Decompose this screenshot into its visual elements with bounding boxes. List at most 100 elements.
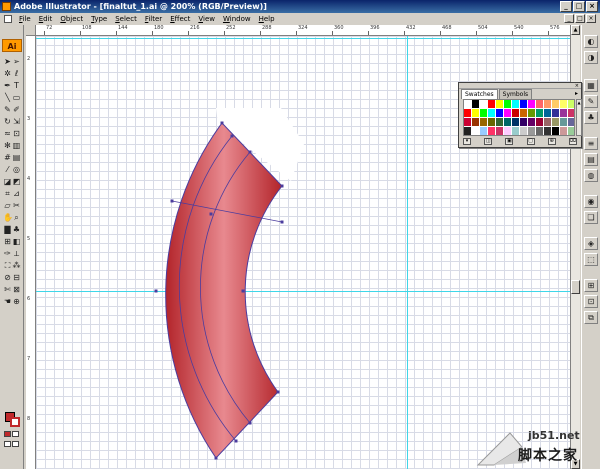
- stroke-swatch[interactable]: [10, 417, 20, 427]
- scissor-tool-icon[interactable]: ✄: [3, 285, 12, 295]
- color-swatch[interactable]: [544, 127, 552, 135]
- menu-object[interactable]: Object: [56, 13, 87, 25]
- color-panel-icon[interactable]: ◐: [584, 35, 598, 48]
- scissors-icon[interactable]: ✂: [12, 201, 21, 211]
- color-swatch[interactable]: [520, 127, 528, 135]
- none-mode-button[interactable]: [12, 431, 19, 437]
- scroll-thumb[interactable]: [571, 280, 580, 294]
- hand-tool-icon[interactable]: ✋: [3, 213, 13, 223]
- anchor-point[interactable]: [241, 289, 245, 293]
- type-tool-icon[interactable]: T: [12, 81, 21, 91]
- delete-swatch-icon[interactable]: ⌧: [568, 138, 577, 145]
- new-color-group-icon[interactable]: ▣: [505, 138, 514, 145]
- gradient-tool-icon[interactable]: ▤: [12, 153, 21, 163]
- close-button[interactable]: ×: [586, 1, 598, 12]
- document-icon[interactable]: [4, 15, 12, 23]
- color-swatch[interactable]: [544, 109, 552, 118]
- color-swatch[interactable]: [480, 127, 488, 135]
- color-swatch[interactable]: [512, 100, 520, 109]
- color-swatch[interactable]: [528, 100, 536, 109]
- color-swatch[interactable]: [560, 127, 568, 135]
- color-swatch[interactable]: [568, 118, 574, 127]
- color-swatch[interactable]: [488, 127, 496, 135]
- color-swatch[interactable]: [568, 100, 574, 109]
- color-swatch[interactable]: [480, 100, 488, 109]
- menu-window[interactable]: Window: [219, 13, 255, 25]
- doc-close-button[interactable]: ×: [586, 14, 596, 23]
- transform-panel-icon[interactable]: ⊡: [584, 295, 598, 308]
- tab-swatches[interactable]: Swatches: [461, 89, 498, 99]
- symbols-panel-icon[interactable]: ♣: [584, 111, 598, 124]
- color-swatch[interactable]: [464, 109, 472, 118]
- maximize-button[interactable]: □: [573, 1, 585, 12]
- vertical-ruler[interactable]: 2 3 4 5 6 7 8: [26, 36, 36, 469]
- blend-icon[interactable]: ⁂: [12, 261, 21, 271]
- panel-scroll-up[interactable]: ▲: [577, 100, 581, 105]
- panel-scrollbar[interactable]: ▲: [576, 99, 582, 136]
- color-swatch[interactable]: [560, 100, 568, 109]
- color-swatch[interactable]: [464, 127, 472, 135]
- color-swatch[interactable]: [496, 109, 504, 118]
- color-swatch[interactable]: [528, 127, 536, 135]
- color-swatch[interactable]: [552, 100, 560, 109]
- layers-panel-icon[interactable]: ◈: [584, 237, 598, 250]
- eraser-icon[interactable]: ▱: [3, 201, 12, 211]
- color-swatch[interactable]: [536, 100, 544, 109]
- eyedropper-icon[interactable]: ⁄: [3, 165, 12, 175]
- color-swatch[interactable]: [472, 109, 480, 118]
- color-swatch[interactable]: [512, 109, 520, 118]
- align-panel-icon[interactable]: ⊞: [584, 279, 598, 292]
- menu-select[interactable]: Select: [111, 13, 141, 25]
- anchor-point[interactable]: [280, 184, 284, 188]
- color-swatch[interactable]: [536, 118, 544, 127]
- horizontal-ruler[interactable]: 72 108 144 180 216 252 288 324 360 396 432 468 504 54…: [36, 25, 570, 36]
- scale-tool-icon[interactable]: ⇲: [12, 117, 21, 127]
- rotate-tool-icon[interactable]: ↻: [3, 117, 12, 127]
- full-screen-mode-icon[interactable]: [12, 441, 19, 447]
- color-swatch[interactable]: [504, 118, 512, 127]
- color-swatch[interactable]: [472, 118, 480, 127]
- brushes-panel-icon[interactable]: ✎: [584, 95, 598, 108]
- column-graph-icon[interactable]: ▇: [3, 225, 12, 235]
- gradient-panel-icon[interactable]: ▤: [584, 153, 598, 166]
- pathfinder-panel-icon[interactable]: ⧉: [584, 311, 598, 324]
- color-swatch[interactable]: [520, 118, 528, 127]
- measure-tool-icon[interactable]: ⟂: [12, 249, 21, 259]
- bucket-icon[interactable]: ⛶: [3, 261, 12, 271]
- anchor-point[interactable]: [154, 289, 158, 293]
- color-guide-icon[interactable]: ◑: [584, 51, 598, 64]
- color-swatch[interactable]: [528, 118, 536, 127]
- pen-tool-icon[interactable]: ✒: [3, 81, 12, 91]
- color-swatch[interactable]: [560, 118, 568, 127]
- artboard-icon[interactable]: ⊟: [12, 273, 21, 283]
- ruler-origin[interactable]: [26, 25, 36, 36]
- color-swatch[interactable]: [464, 100, 472, 109]
- zoom-icon[interactable]: ⊕: [12, 297, 21, 307]
- free-transform-icon[interactable]: ⊡: [12, 129, 21, 139]
- color-swatch[interactable]: [480, 118, 488, 127]
- stroke-panel-icon[interactable]: ≡: [584, 137, 598, 150]
- color-swatch[interactable]: [472, 100, 480, 109]
- swatch-library-icon[interactable]: ▢: [526, 138, 535, 145]
- gradient-icon[interactable]: ◧: [12, 237, 21, 247]
- hand-icon[interactable]: ☚: [3, 297, 12, 307]
- red-arc-band[interactable]: [165, 122, 283, 459]
- menu-edit[interactable]: Edit: [35, 13, 57, 25]
- menu-filter[interactable]: Filter: [141, 13, 166, 25]
- color-swatch[interactable]: [496, 118, 504, 127]
- color-swatch[interactable]: [544, 100, 552, 109]
- knife-icon[interactable]: ⊘: [3, 273, 12, 283]
- doc-restore-button[interactable]: □: [575, 14, 585, 23]
- color-swatch[interactable]: [568, 127, 574, 135]
- color-swatch[interactable]: [536, 127, 544, 135]
- anchor-point[interactable]: [280, 220, 284, 224]
- anchor-point[interactable]: [170, 199, 174, 203]
- swatches-panel-icon[interactable]: ▦: [584, 79, 598, 92]
- warp-tool-icon[interactable]: ≈: [3, 129, 12, 139]
- color-swatch[interactable]: [528, 109, 536, 118]
- print-tiling-icon[interactable]: ⊠: [12, 285, 21, 295]
- color-mode-button[interactable]: [4, 431, 11, 437]
- mesh-icon[interactable]: ⊞: [3, 237, 12, 247]
- symbol-sprayer-icon[interactable]: ✻: [3, 141, 12, 151]
- color-swatch[interactable]: [464, 118, 472, 127]
